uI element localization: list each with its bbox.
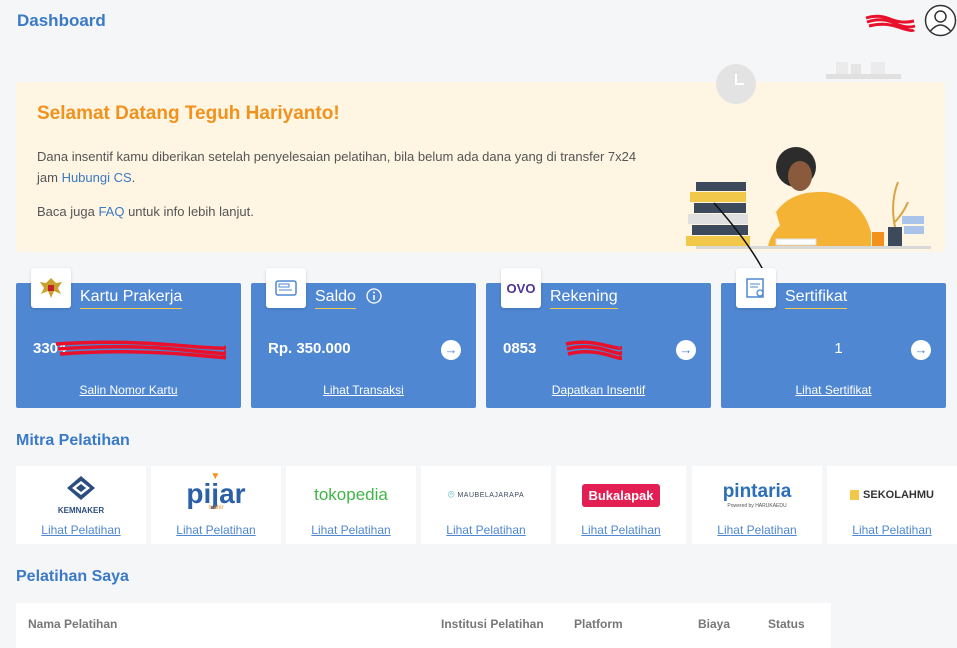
partner-card: SEKOLAHMU Lihat Pelatihan [827, 466, 957, 544]
card-rekening: OVO Rekening 0853 → Dapatkan Insentif [486, 268, 711, 408]
pijar-logo: ▼ pijar mahir [151, 471, 281, 518]
partner-card: ▼ pijar mahir Lihat Pelatihan [151, 466, 281, 544]
welcome-greeting: Selamat Datang Teguh Hariyanto! [37, 103, 340, 124]
partner-card: KEMNAKER Lihat Pelatihan [16, 466, 146, 544]
partner-card: ⌾ MAUBELAJARAPA Lihat Pelatihan [421, 466, 551, 544]
arrow-right-icon[interactable]: → [911, 340, 931, 360]
partner-view-link[interactable]: Lihat Pelatihan [421, 523, 551, 537]
certificate-icon [736, 268, 776, 308]
tokopedia-name: tokopedia [314, 485, 388, 504]
copy-card-number-link[interactable]: Salin Nomor Kartu [16, 383, 241, 397]
pintaria-logo: pintaria Powered by HARUKAEDU [692, 472, 822, 518]
column-header-platform[interactable]: Platform [574, 617, 623, 631]
partner-view-link[interactable]: Lihat Pelatihan [556, 523, 686, 537]
ovo-logo-text: OVO [506, 280, 536, 296]
column-header-status[interactable]: Status [768, 617, 805, 631]
user-profile-icon[interactable] [924, 4, 957, 37]
partner-view-link[interactable]: Lihat Pelatihan [286, 523, 416, 537]
tokopedia-logo: tokopedia [286, 472, 416, 518]
arrow-right-icon[interactable]: → [676, 340, 696, 360]
partner-view-link[interactable]: Lihat Pelatihan [16, 523, 146, 537]
pintaria-sub: Powered by HARUKAEDU [727, 503, 787, 509]
faq-link[interactable]: FAQ [98, 204, 124, 219]
view-certificates-link[interactable]: Lihat Sertifikat [721, 383, 946, 397]
arrow-right-icon[interactable]: → [441, 340, 461, 360]
partner-card: pintaria Powered by HARUKAEDU Lihat Pela… [692, 466, 822, 544]
kemnaker-name: KEMNAKER [57, 506, 105, 515]
page-title: Dashboard [17, 11, 106, 30]
card-title: Rekening [550, 288, 618, 309]
location-pin-icon: ⌾ [447, 488, 455, 501]
contact-cs-link[interactable]: Hubungi CS [62, 170, 132, 185]
studying-woman-illustration [686, 62, 931, 249]
redacted-card-number [55, 340, 226, 360]
sekolahmu-name: SEKOLAHMU [863, 489, 934, 501]
kemnaker-emblem-icon [66, 476, 95, 500]
view-transactions-link[interactable]: Lihat Transaksi [251, 383, 476, 397]
partners-section-title: Mitra Pelatihan [16, 432, 130, 449]
redacted-user-name [865, 14, 916, 32]
card-saldo: Saldo Rp. 350.000 → Lihat Transaksi [251, 268, 476, 408]
bukalapak-name: Bukalapak [582, 483, 660, 507]
welcome-banner: Selamat Datang Teguh Hariyanto! Dana ins… [16, 62, 945, 252]
column-header-institution[interactable]: Institusi Pelatihan [441, 617, 544, 631]
trainings-table: Nama Pelatihan Institusi Pelatihan Platf… [16, 603, 831, 648]
maubelajarapa-logo: ⌾ MAUBELAJARAPA [421, 472, 551, 518]
partner-card: tokopedia Lihat Pelatihan [286, 466, 416, 544]
top-header: Dashboard [0, 0, 957, 44]
info-icon[interactable] [366, 288, 382, 304]
card-kartu-prakerja: Kartu Prakerja 3304 Salin Nomor Kartu [16, 268, 241, 408]
column-header-cost[interactable]: Biaya [698, 617, 730, 631]
card-title: Saldo [315, 288, 356, 309]
my-trainings-section-title: Pelatihan Saya [16, 568, 129, 585]
partner-view-link[interactable]: Lihat Pelatihan [692, 523, 822, 537]
partner-view-link[interactable]: Lihat Pelatihan [827, 523, 957, 537]
kemnaker-logo: KEMNAKER [16, 472, 146, 518]
card-title: Kartu Prakerja [80, 288, 183, 309]
get-incentive-link[interactable]: Dapatkan Insentif [486, 383, 711, 397]
column-header-training-name[interactable]: Nama Pelatihan [28, 617, 117, 631]
pijar-flame-icon: ▼ [210, 471, 221, 482]
redacted-account-number [565, 340, 622, 360]
faq-info-pre: Baca juga [37, 204, 99, 219]
faq-info-text: Baca juga FAQ untuk info lebih lanjut. [37, 204, 254, 219]
pintaria-name: pintaria [722, 481, 792, 502]
account-number-value: 0853 [503, 340, 537, 357]
card-sertifikat: Sertifikat 1 → Lihat Sertifikat [721, 268, 946, 408]
partner-card: Bukalapak Lihat Pelatihan [556, 466, 686, 544]
sekolahmu-logo: SEKOLAHMU [827, 472, 957, 518]
faq-info-post: untuk info lebih lanjut. [124, 204, 254, 219]
garuda-emblem-icon [31, 268, 71, 308]
card-title: Sertifikat [785, 288, 848, 309]
sekolahmu-mark-icon [850, 490, 860, 500]
wallet-icon [266, 268, 306, 308]
maubelajarapa-name: MAUBELAJARAPA [457, 491, 525, 499]
partner-view-link[interactable]: Lihat Pelatihan [151, 523, 281, 537]
balance-value: Rp. 350.000 [268, 340, 351, 357]
ovo-logo-icon: OVO [501, 268, 541, 308]
incentive-info-text: Dana insentif kamu diberikan setelah pen… [37, 146, 637, 188]
bukalapak-logo: Bukalapak [556, 472, 686, 518]
incentive-info-end: . [131, 170, 136, 185]
